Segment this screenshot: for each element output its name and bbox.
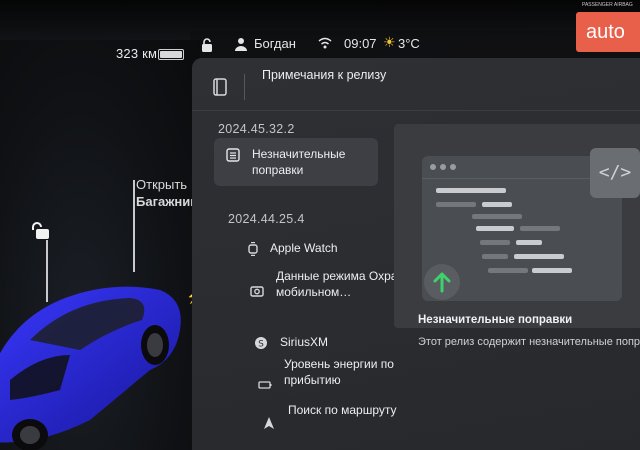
code-line [482, 254, 508, 259]
battery-icon [158, 49, 184, 60]
camera-icon [250, 286, 264, 297]
window-dot [450, 164, 456, 170]
watermark-logo: auto [576, 12, 640, 52]
release-detail-title: Незначительные поправки [418, 314, 573, 326]
clock-time: 09:07 [344, 36, 377, 51]
code-line [516, 240, 542, 245]
version-label: 2024.45.32.2 [218, 122, 295, 136]
sirius-icon: S [255, 337, 267, 350]
release-item-minor-fixes[interactable]: Незначительные поправки [214, 138, 378, 186]
battery-icon [258, 381, 272, 389]
driver-name[interactable]: Богдан [254, 36, 296, 51]
trunk-label-line2: Багажник [136, 194, 197, 209]
release-notes-panel: Примечания к релизу 2024.45.32.2 Незначи… [192, 58, 640, 450]
code-line [480, 240, 510, 245]
window-dot [440, 164, 446, 170]
page-title: Примечания к релизу [262, 68, 387, 82]
release-detail-body: Этот релиз содержит незначительные попра… [418, 336, 640, 348]
unlock-icon[interactable] [30, 222, 50, 240]
trunk-pointer-line [133, 180, 135, 272]
open-trunk-button[interactable]: Открыть Багажник [136, 176, 197, 210]
window-dot [430, 164, 436, 170]
code-line [488, 268, 528, 273]
code-line [436, 202, 476, 207]
version-label: 2024.44.25.4 [228, 212, 305, 226]
release-item-label: Поиск по маршруту [288, 403, 397, 417]
lock-icon[interactable] [200, 38, 214, 52]
sun-icon: ☀ [383, 34, 396, 50]
code-line [476, 226, 514, 231]
navigate-icon [264, 417, 274, 429]
range-readout: 323 км [116, 46, 158, 61]
code-line [472, 214, 522, 219]
profile-icon[interactable] [234, 37, 248, 51]
code-line [514, 254, 564, 259]
release-item-arrival-energy[interactable]: Уровень энергии по прибытию [254, 356, 434, 389]
car-3d-model[interactable] [0, 270, 200, 450]
header-divider [244, 74, 245, 100]
code-brackets-icon: </> [590, 148, 640, 198]
code-line [482, 202, 512, 207]
trunk-label-line1: Открыть [136, 177, 188, 192]
battery-fill [160, 51, 182, 58]
release-item-label: Уровень энергии по прибытию [284, 357, 394, 387]
code-line [532, 268, 572, 273]
arrow-up-icon [433, 272, 451, 293]
release-item-route-search[interactable]: Поиск по маршруту [258, 402, 448, 429]
release-notes-icon [213, 78, 227, 96]
watch-icon [248, 242, 258, 256]
code-line [520, 226, 560, 231]
panel-header: Примечания к релизу [192, 58, 640, 111]
svg-text:S: S [258, 340, 264, 350]
list-icon [226, 148, 240, 162]
car-touchscreen: 323 км Открыть Багажник ⚡ Богдан [0, 0, 640, 450]
code-line [436, 188, 506, 193]
release-item-label: Незначительные поправки [252, 147, 346, 177]
outside-temperature: 3°C [398, 36, 420, 51]
release-item-label: SiriusXM [280, 335, 329, 349]
airbag-label: PASSENGER AIRBAG [582, 2, 633, 8]
update-arrow-badge [424, 264, 460, 300]
release-item-siriusxm[interactable]: S SiriusXM [250, 334, 440, 350]
release-illustration: </> [394, 124, 640, 328]
wifi-icon[interactable] [318, 36, 332, 50]
